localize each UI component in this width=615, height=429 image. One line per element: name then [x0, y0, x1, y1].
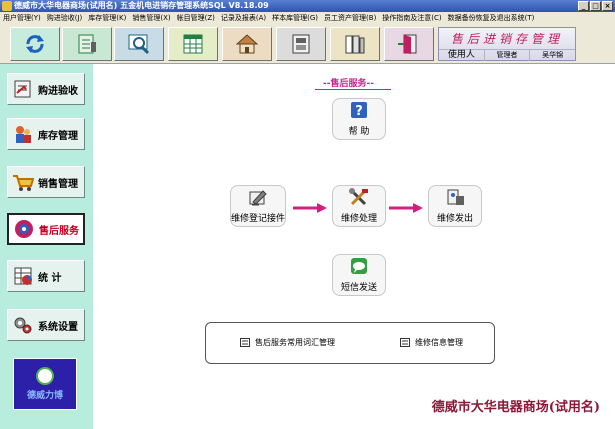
menu-guide[interactable]: 操作指南及注意(C): [379, 12, 444, 24]
flow-arrow-icon: [389, 203, 423, 213]
maximize-button[interactable]: □: [590, 1, 601, 11]
sms-send-label: 短信发送: [340, 283, 377, 293]
brand-name: 德威力博: [26, 391, 63, 401]
repair-info-management-label: 维修信息管理: [415, 338, 463, 347]
sidebar-item-inventory[interactable]: 库存管理: [7, 118, 85, 150]
repair-dispatch-icon: [447, 189, 464, 205]
repair-process-label: 维修处理: [340, 214, 377, 224]
title-bar: 德威市大华电器商场(试用名) 五金机电进销存管理系统SQL V8.18.09 _…: [0, 0, 615, 12]
toolbar-exit-button[interactable]: [384, 27, 434, 61]
sidebar-item-label: 库存管理: [38, 130, 78, 142]
repair-register-label: 维修登记接件: [231, 214, 286, 224]
management-panel: 售后服务常用词汇管理 维修信息管理: [205, 322, 495, 364]
help-label: 帮 助: [348, 127, 370, 137]
toolbar-search-button[interactable]: [114, 27, 164, 61]
menu-samples[interactable]: 样本库管理(G): [269, 12, 321, 24]
user-role: 管理者: [485, 50, 531, 61]
form-icon: [240, 338, 250, 347]
close-button[interactable]: ×: [602, 1, 613, 11]
menu-staff[interactable]: 员工资产管理(B): [321, 12, 379, 24]
product-logo: 售后进销存管理 使用人 管理者 吴华锦: [438, 27, 576, 61]
sidebar-item-label: 售后服务: [39, 225, 79, 237]
sidebar-item-purchase[interactable]: 购进验收: [7, 73, 85, 105]
menu-purchase[interactable]: 购进验收(J): [44, 12, 86, 24]
repair-dispatch-button[interactable]: 维修发出: [428, 185, 482, 227]
terms-management-link[interactable]: 售后服务常用词汇管理: [240, 337, 335, 348]
ledger-icon: [78, 34, 96, 54]
menu-bar: 用户管理(Y) 购进验收(J) 库存管理(K) 销售管理(X) 帐目管理(Z) …: [0, 12, 615, 24]
toolbar-cabinet-button[interactable]: [276, 27, 326, 61]
sidebar: 购进验收 库存管理 销售管理 售后服务 统 计 系统设置 德威力博: [0, 64, 93, 429]
menu-accounts[interactable]: 帐目管理(Z): [174, 12, 218, 24]
toolbar-spreadsheet-button[interactable]: [168, 27, 218, 61]
magnifier-icon: [128, 34, 150, 55]
repair-info-management-link[interactable]: 维修信息管理: [400, 337, 463, 348]
cabinet-icon: [292, 34, 310, 54]
user-label: 使用人: [439, 50, 485, 61]
terms-management-label: 售后服务常用词汇管理: [255, 338, 335, 347]
svg-text:?: ?: [355, 104, 363, 119]
menu-records[interactable]: 记录及报表(A): [218, 12, 269, 24]
menu-user[interactable]: 用户管理(Y): [0, 12, 44, 24]
user-info: 使用人 管理者 吴华锦: [439, 49, 575, 61]
inventory-icon: [16, 126, 31, 143]
brand-emblem-icon: [36, 367, 54, 385]
minimize-button[interactable]: _: [578, 1, 589, 11]
repair-dispatch-label: 维修发出: [436, 214, 473, 224]
flow-arrow-icon: [293, 203, 327, 213]
user-name: 吴华锦: [542, 51, 564, 59]
repair-register-icon: [249, 190, 267, 206]
help-icon: ?: [351, 102, 367, 119]
sms-send-button[interactable]: 短信发送: [332, 254, 386, 296]
brand-logo: 德威力博: [13, 358, 77, 410]
books-icon: [345, 35, 365, 54]
toolbar-house-button[interactable]: [222, 27, 272, 61]
statistics-icon: [14, 267, 32, 285]
section-title: --售后服务--: [323, 79, 374, 89]
sidebar-item-statistics[interactable]: 统 计: [7, 260, 85, 292]
after-sales-icon: [15, 220, 33, 238]
purchase-receive-icon: [14, 80, 31, 98]
window-title: 德威市大华电器商场(试用名) 五金机电进销存管理系统SQL V8.18.09: [14, 1, 269, 10]
sidebar-item-settings[interactable]: 系统设置: [7, 309, 85, 341]
exit-door-icon: [398, 34, 417, 54]
sidebar-item-after-sales[interactable]: 售后服务: [7, 213, 85, 245]
sidebar-item-label: 统 计: [38, 272, 62, 284]
app-icon: [2, 1, 12, 11]
sidebar-item-label: 购进验收: [38, 85, 78, 97]
repair-register-button[interactable]: 维修登记接件: [230, 185, 286, 227]
settings-icon: [14, 317, 32, 334]
spreadsheet-icon: [183, 34, 203, 54]
company-name: 德威市大华电器商场(试用名): [431, 400, 600, 415]
section-divider: [315, 89, 391, 90]
repair-tools-icon: [349, 188, 368, 206]
toolbar-ledger-button[interactable]: [62, 27, 112, 61]
main-panel: --售后服务-- ? 帮 助 维修登记接件 维修处理 维修发出 短信发送 售后服…: [93, 64, 615, 429]
menu-backup-exit[interactable]: 数据备份恢复及退出系统(T): [445, 12, 538, 24]
house-icon: [235, 34, 259, 54]
refresh-icon: [26, 35, 44, 53]
toolbar-books-button[interactable]: [330, 27, 380, 61]
sidebar-item-label: 系统设置: [38, 321, 78, 333]
sidebar-item-sales[interactable]: 销售管理: [7, 166, 85, 198]
repair-process-button[interactable]: 维修处理: [332, 185, 386, 227]
logo-title: 售后进销存管理: [450, 32, 563, 46]
window-controls: _ □ ×: [578, 1, 613, 11]
menu-sales[interactable]: 销售管理(X): [129, 12, 173, 24]
form-icon: [400, 338, 410, 347]
sidebar-item-label: 销售管理: [38, 178, 78, 190]
toolbar-refresh-button[interactable]: [10, 27, 60, 61]
help-button[interactable]: ? 帮 助: [332, 98, 386, 140]
cart-icon: [13, 175, 34, 191]
menu-inventory[interactable]: 库存管理(K): [85, 12, 129, 24]
chat-bubble-icon: [351, 258, 367, 274]
